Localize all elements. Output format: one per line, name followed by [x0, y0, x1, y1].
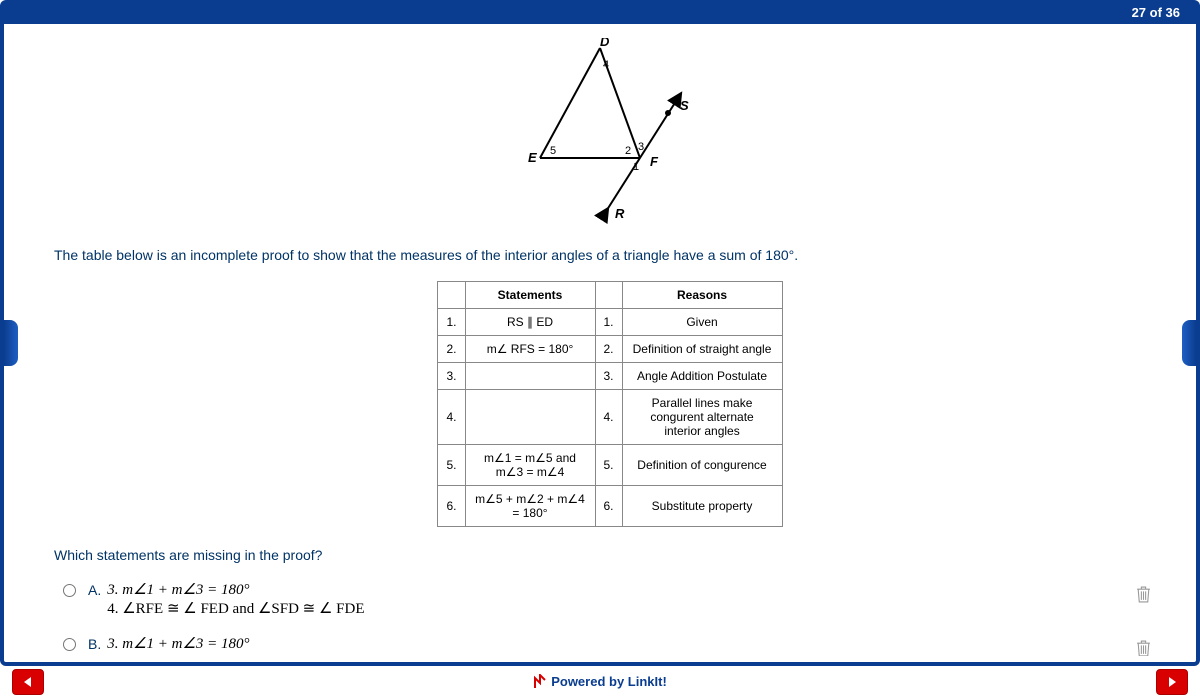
table-row: 4.4.Parallel lines make congurent altern…: [438, 390, 782, 445]
option-letter: B.: [88, 636, 101, 652]
proof-table: Statements Reasons 1.RS ∥ ED1.Given2.m∠ …: [437, 281, 782, 527]
table-row: 3.3.Angle Addition Postulate: [438, 363, 782, 390]
trash-icon[interactable]: [1136, 640, 1151, 656]
svg-text:S: S: [680, 98, 689, 113]
option-letter: A.: [88, 582, 101, 598]
svg-text:E: E: [528, 150, 537, 165]
progress-counter: 27 of 36: [1132, 5, 1180, 20]
option-A[interactable]: A. 3. m∠1 + m∠3 = 180°4. ∠RFE ≅ ∠ FED an…: [54, 573, 1166, 625]
table-row: 1.RS ∥ ED1.Given: [438, 309, 782, 336]
svg-text:5: 5: [550, 145, 556, 157]
table-row: 5.m∠1 = m∠5 and m∠3 = m∠45.Definition of…: [438, 445, 782, 486]
next-button[interactable]: [1156, 669, 1188, 695]
svg-text:3: 3: [638, 141, 644, 153]
option-B[interactable]: B. 3. m∠1 + m∠3 = 180°4. ∠RFE ≅ ∠ FDE an…: [54, 627, 1166, 656]
geometry-diagram: D E F S R 4 5 2 3 1: [54, 38, 1166, 233]
intro-text: The table below is an incomplete proof t…: [54, 247, 1166, 263]
header-bar: 27 of 36: [0, 0, 1200, 24]
table-row: 6.m∠5 + m∠2 + m∠4 = 180°6.Substitute pro…: [438, 486, 782, 527]
edge-prev-button[interactable]: [4, 320, 18, 366]
options-list: A. 3. m∠1 + m∠3 = 180°4. ∠RFE ≅ ∠ FED an…: [54, 573, 1166, 656]
prev-button[interactable]: [12, 669, 44, 695]
col-statements: Statements: [465, 282, 595, 309]
svg-text:D: D: [600, 38, 610, 49]
option-text: 3. m∠1 + m∠3 = 180°4. ∠RFE ≅ ∠ FED and ∠…: [107, 580, 1136, 618]
option-text: 3. m∠1 + m∠3 = 180°4. ∠RFE ≅ ∠ FDE and ∠…: [107, 634, 1136, 656]
col-reasons: Reasons: [622, 282, 782, 309]
content-scroll[interactable]: D E F S R 4 5 2 3 1 The table below is a…: [4, 24, 1196, 656]
question-frame: D E F S R 4 5 2 3 1 The table below is a…: [0, 24, 1200, 666]
footer-bar: Powered by LinkIt!: [0, 666, 1200, 697]
edge-next-button[interactable]: [1182, 320, 1196, 366]
trash-icon[interactable]: [1136, 586, 1151, 603]
question-text: Which statements are missing in the proo…: [54, 547, 1166, 563]
svg-text:2: 2: [625, 145, 631, 157]
svg-text:F: F: [650, 154, 659, 169]
svg-text:R: R: [615, 206, 625, 221]
table-row: 2.m∠ RFS = 180°2.Definition of straight …: [438, 336, 782, 363]
svg-text:4: 4: [603, 59, 609, 71]
arrow-left-icon: [21, 675, 35, 689]
option-radio[interactable]: [63, 584, 76, 597]
option-radio[interactable]: [63, 638, 76, 651]
arrow-right-icon: [1165, 675, 1179, 689]
linkit-icon: [533, 674, 547, 690]
powered-by: Powered by LinkIt!: [533, 674, 667, 690]
svg-text:1: 1: [633, 161, 639, 173]
